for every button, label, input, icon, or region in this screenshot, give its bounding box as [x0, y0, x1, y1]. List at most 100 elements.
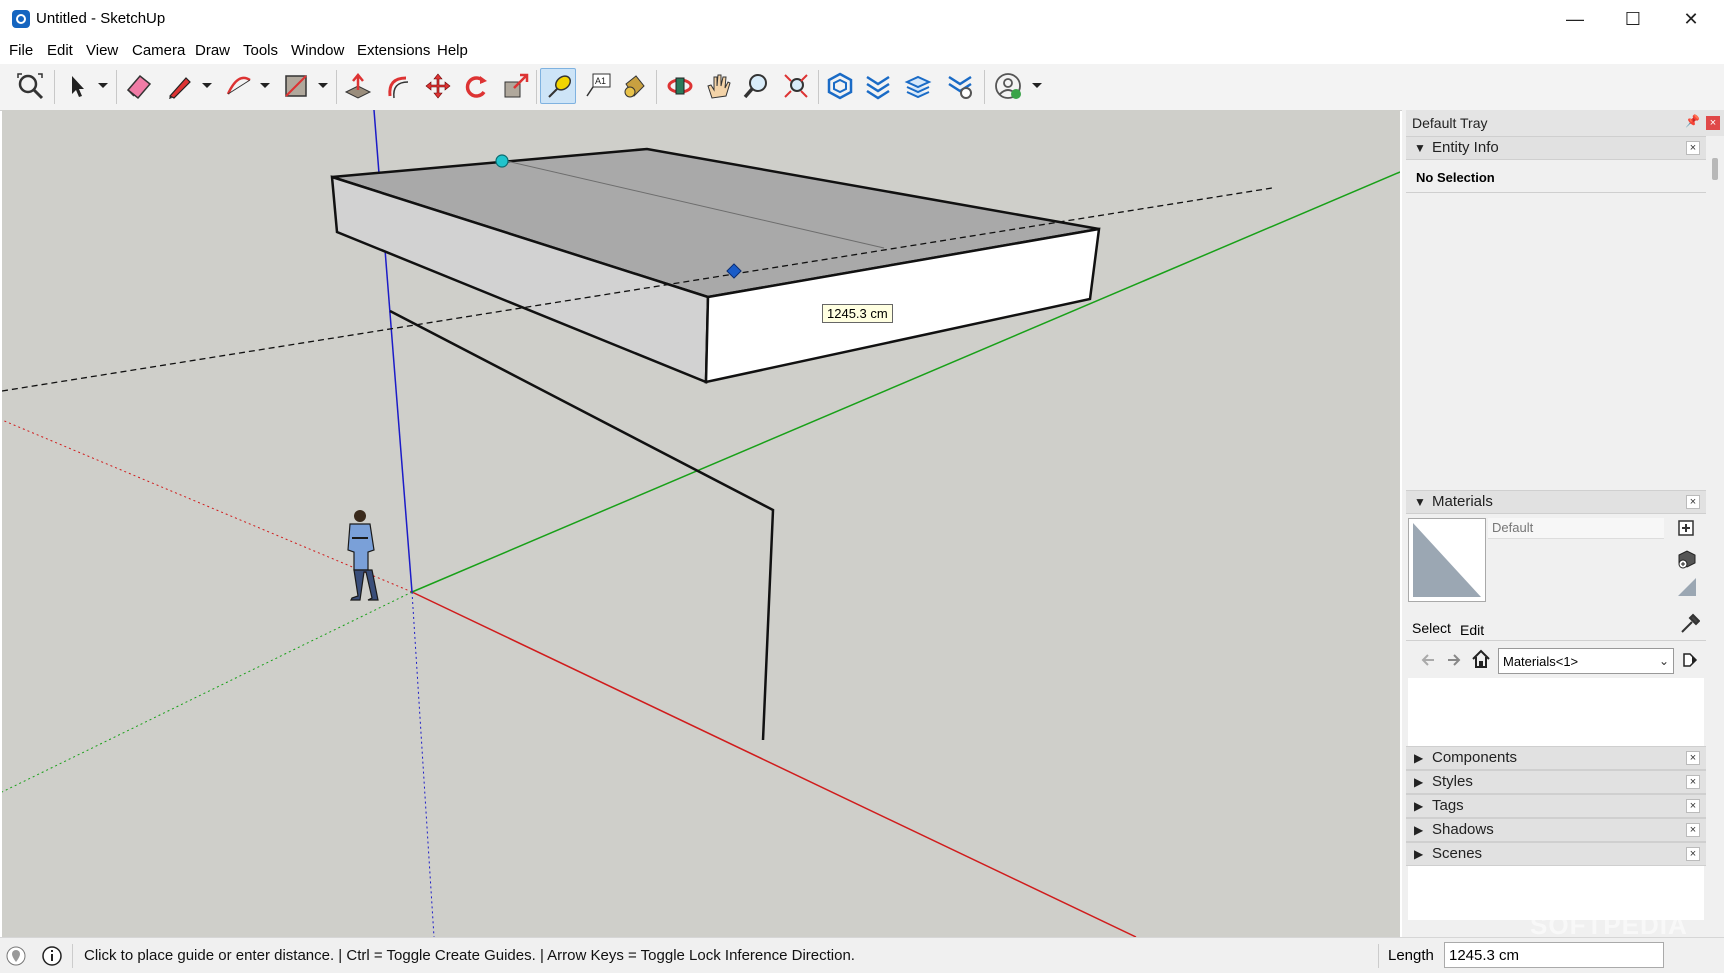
eyedropper-icon[interactable]	[1678, 612, 1700, 634]
display-secondary-icon[interactable]	[1676, 576, 1698, 598]
text-tool[interactable]: A1	[580, 68, 616, 104]
create-material-icon[interactable]	[1676, 518, 1696, 538]
layout-icon	[904, 75, 932, 99]
scenes-label: Scenes	[1432, 845, 1483, 862]
forward-arrow-icon[interactable]	[1444, 650, 1464, 670]
select-tool[interactable]	[58, 68, 94, 104]
line-dropdown-icon[interactable]	[200, 78, 214, 92]
collapsed-arrow-icon: ▶	[1414, 823, 1424, 837]
menu-help[interactable]: Help	[437, 42, 468, 59]
measurements-label: Length	[1388, 947, 1434, 964]
scenes-close-button[interactable]: ×	[1686, 847, 1700, 861]
home-icon[interactable]	[1470, 648, 1492, 670]
material-swatch[interactable]	[1408, 518, 1486, 602]
push-pull-icon	[344, 73, 372, 99]
magnifier-icon	[743, 74, 767, 99]
measurements-input[interactable]	[1444, 942, 1664, 968]
material-name-field[interactable]: Default	[1488, 518, 1664, 539]
tape-measure-tool[interactable]	[540, 68, 576, 104]
materials-header[interactable]: ▼ Materials ×	[1406, 490, 1706, 514]
maximize-button[interactable]: ☐	[1610, 6, 1656, 32]
status-bar: Click to place guide or enter distance. …	[0, 937, 1724, 973]
tape-measure-icon	[548, 75, 571, 98]
extension-warehouse-tool[interactable]	[860, 68, 896, 104]
close-window-button[interactable]: ✕	[1668, 6, 1714, 32]
push-pull-tool[interactable]	[340, 68, 376, 104]
follow-me-tool[interactable]	[380, 68, 416, 104]
toolbar-separator	[984, 70, 985, 104]
tray-scrollbar[interactable]	[1712, 158, 1718, 180]
select-dropdown-icon[interactable]	[96, 78, 110, 92]
extension-warehouse-icon	[866, 75, 890, 100]
account-tool[interactable]	[990, 68, 1026, 104]
tags-close-button[interactable]: ×	[1686, 799, 1700, 813]
orbit-tool[interactable]	[662, 68, 698, 104]
components-header[interactable]: ▶ Components ×	[1406, 746, 1706, 770]
entity-info-header[interactable]: ▼ Entity Info ×	[1406, 136, 1706, 160]
shadows-header[interactable]: ▶ Shadows ×	[1406, 818, 1706, 842]
extension-manager-tool[interactable]	[942, 68, 978, 104]
components-close-button[interactable]: ×	[1686, 751, 1700, 765]
divider	[1406, 192, 1706, 193]
rotate-tool[interactable]	[458, 68, 494, 104]
green-axis-negative	[2, 591, 413, 793]
pan-tool[interactable]	[700, 68, 736, 104]
line-tool[interactable]	[162, 68, 198, 104]
shadows-close-button[interactable]: ×	[1686, 823, 1700, 837]
menu-tools[interactable]: Tools	[243, 42, 278, 59]
instructor-info-icon[interactable]	[42, 946, 62, 966]
expanded-arrow-icon: ▼	[1414, 495, 1426, 509]
paint-bucket-icon	[624, 75, 645, 98]
geo-location-icon[interactable]	[6, 946, 26, 966]
menu-extensions[interactable]: Extensions	[357, 42, 430, 59]
selection-status: No Selection	[1416, 170, 1495, 185]
zoom-window-tool[interactable]	[778, 68, 814, 104]
toolbar-separator	[54, 70, 55, 104]
zoom-extents-tool[interactable]	[12, 68, 48, 104]
menu-view[interactable]: View	[86, 42, 118, 59]
menu-draw[interactable]: Draw	[195, 42, 230, 59]
menu-camera[interactable]: Camera	[132, 42, 185, 59]
paint-bucket-tool[interactable]	[616, 68, 652, 104]
tab-edit[interactable]: Edit	[1460, 622, 1484, 638]
material-library-icon[interactable]	[1676, 548, 1698, 570]
minimize-button[interactable]: —	[1552, 6, 1598, 32]
eraser-tool[interactable]	[120, 68, 156, 104]
layout-tool[interactable]	[900, 68, 936, 104]
scenes-header[interactable]: ▶ Scenes ×	[1406, 842, 1706, 866]
tray-close-button[interactable]: ×	[1706, 116, 1720, 130]
menu-window[interactable]: Window	[291, 42, 344, 59]
entity-info-close-button[interactable]: ×	[1686, 141, 1700, 155]
rectangle-tool[interactable]	[278, 68, 314, 104]
account-dropdown-icon[interactable]	[1030, 78, 1044, 92]
materials-close-button[interactable]: ×	[1686, 495, 1700, 509]
arc-dropdown-icon[interactable]	[258, 78, 272, 92]
shape-dropdown-icon[interactable]	[316, 78, 330, 92]
material-name: Default	[1492, 520, 1534, 535]
zoom-extents-icon	[17, 73, 44, 100]
scene-canvas[interactable]	[2, 110, 1400, 937]
move-tool[interactable]	[420, 68, 456, 104]
menu-edit[interactable]: Edit	[47, 42, 73, 59]
zoom-tool[interactable]	[738, 68, 774, 104]
default-material-preview-icon	[1413, 523, 1481, 597]
tags-header[interactable]: ▶ Tags ×	[1406, 794, 1706, 818]
styles-label: Styles	[1432, 773, 1473, 790]
collapsed-arrow-icon: ▶	[1414, 799, 1424, 813]
styles-header[interactable]: ▶ Styles ×	[1406, 770, 1706, 794]
styles-close-button[interactable]: ×	[1686, 775, 1700, 789]
arc-tool[interactable]	[220, 68, 256, 104]
scale-tool[interactable]	[498, 68, 534, 104]
3d-warehouse-tool[interactable]	[822, 68, 858, 104]
3d-viewport[interactable]: 1245.3 cm	[2, 110, 1400, 937]
rotate-icon	[465, 76, 487, 98]
back-arrow-icon[interactable]	[1418, 650, 1438, 670]
details-arrow-icon[interactable]	[1680, 650, 1700, 670]
toolbar-separator	[536, 70, 537, 104]
tab-select[interactable]: Select	[1412, 620, 1451, 636]
pin-icon[interactable]: 📌	[1685, 114, 1700, 128]
scale-figure[interactable]	[347, 510, 379, 601]
menu-file[interactable]: File	[9, 42, 33, 59]
material-collection-select[interactable]: Materials<1> ⌄	[1498, 648, 1674, 674]
status-separator	[72, 944, 73, 968]
